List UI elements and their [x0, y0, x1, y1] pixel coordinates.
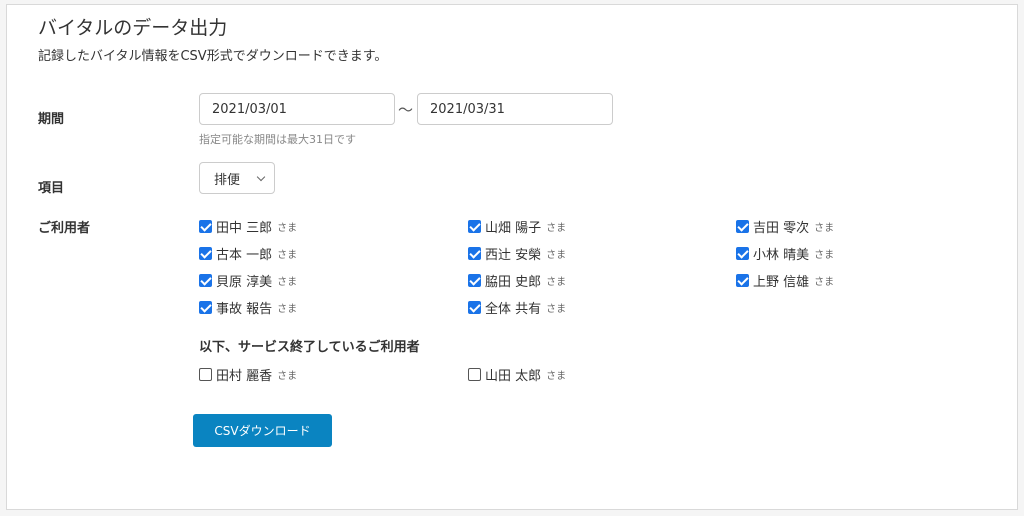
honorific: さま [546, 222, 567, 234]
period-label: 期間 [38, 112, 65, 127]
user-checkbox-item[interactable]: 貝原 淳美 さま [199, 271, 298, 290]
user-name: 小林 晴美 [753, 247, 810, 263]
user-name: 西辻 安榮 [485, 247, 542, 263]
honorific: さま [546, 249, 567, 261]
user-checkbox-item[interactable]: 上野 信雄 さま [736, 271, 835, 290]
checkbox-checked[interactable] [736, 273, 749, 287]
checkbox-checked[interactable] [736, 219, 749, 233]
user-name: 上野 信雄 [753, 274, 810, 290]
ended-users-heading: 以下、サービス終了しているご利用者 [199, 340, 420, 355]
user-checkbox-item[interactable]: 古本 一郎 さま [199, 244, 298, 263]
user-name: 田村 麗香 [216, 368, 273, 384]
user-checkbox-item[interactable]: 山畑 陽子 さま [468, 217, 567, 236]
user-checkbox-item[interactable]: 西辻 安榮 さま [468, 244, 567, 263]
user-checkbox-item[interactable]: 吉田 零次 さま [736, 217, 835, 236]
user-name: 田中 三郎 [216, 220, 273, 236]
csv-download-button[interactable]: CSVダウンロード [193, 414, 332, 447]
checkbox-checked[interactable] [468, 273, 481, 287]
users-label: ご利用者 [38, 221, 91, 236]
checkbox-checked[interactable] [736, 246, 749, 260]
checkbox-checked[interactable] [468, 219, 481, 233]
period-hint: 指定可能な期間は最大31日です [199, 133, 356, 146]
user-checkbox-item[interactable]: 事故 報告 さま [199, 298, 298, 317]
chevron-down-icon [256, 172, 266, 182]
honorific: さま [546, 276, 567, 288]
checkbox-checked[interactable] [199, 246, 212, 260]
honorific: さま [277, 303, 298, 315]
item-select[interactable]: 排便 [199, 162, 275, 194]
checkbox-checked[interactable] [468, 300, 481, 314]
end-date-input[interactable] [417, 93, 613, 125]
checkbox-unchecked[interactable] [199, 367, 212, 381]
checkbox-checked[interactable] [468, 246, 481, 260]
user-name: 脇田 史郎 [485, 274, 542, 290]
honorific: さま [546, 303, 567, 315]
user-name: 吉田 零次 [753, 220, 810, 236]
honorific: さま [277, 222, 298, 234]
item-select-value: 排便 [214, 172, 241, 188]
honorific: さま [546, 370, 567, 382]
page-title: バイタルのデータ出力 [38, 17, 228, 39]
user-checkbox-item[interactable]: 全体 共有 さま [468, 298, 567, 317]
user-name: 貝原 淳美 [216, 274, 273, 290]
checkbox-checked[interactable] [199, 219, 212, 233]
user-checkbox-item[interactable]: 小林 晴美 さま [736, 244, 835, 263]
ended-user-checkbox-item[interactable]: 田村 麗香 さま [199, 365, 298, 384]
user-checkbox-item[interactable]: 田中 三郎 さま [199, 217, 298, 236]
checkbox-unchecked[interactable] [468, 367, 481, 381]
honorific: さま [277, 249, 298, 261]
checkbox-checked[interactable] [199, 300, 212, 314]
date-separator: ～ [398, 101, 414, 119]
ended-user-checkbox-item[interactable]: 山田 太郎 さま [468, 365, 567, 384]
item-label: 項目 [38, 181, 65, 196]
honorific: さま [814, 276, 835, 288]
honorific: さま [277, 370, 298, 382]
page-description: 記録したバイタル情報をCSV形式でダウンロードできます。 [38, 49, 388, 64]
user-name: 全体 共有 [485, 301, 542, 317]
user-name: 古本 一郎 [216, 247, 273, 263]
user-name: 事故 報告 [216, 301, 273, 317]
honorific: さま [814, 222, 835, 234]
honorific: さま [277, 276, 298, 288]
checkbox-checked[interactable] [199, 273, 212, 287]
user-name: 山田 太郎 [485, 368, 542, 384]
start-date-input[interactable] [199, 93, 395, 125]
honorific: さま [814, 249, 835, 261]
user-checkbox-item[interactable]: 脇田 史郎 さま [468, 271, 567, 290]
user-name: 山畑 陽子 [485, 220, 542, 236]
